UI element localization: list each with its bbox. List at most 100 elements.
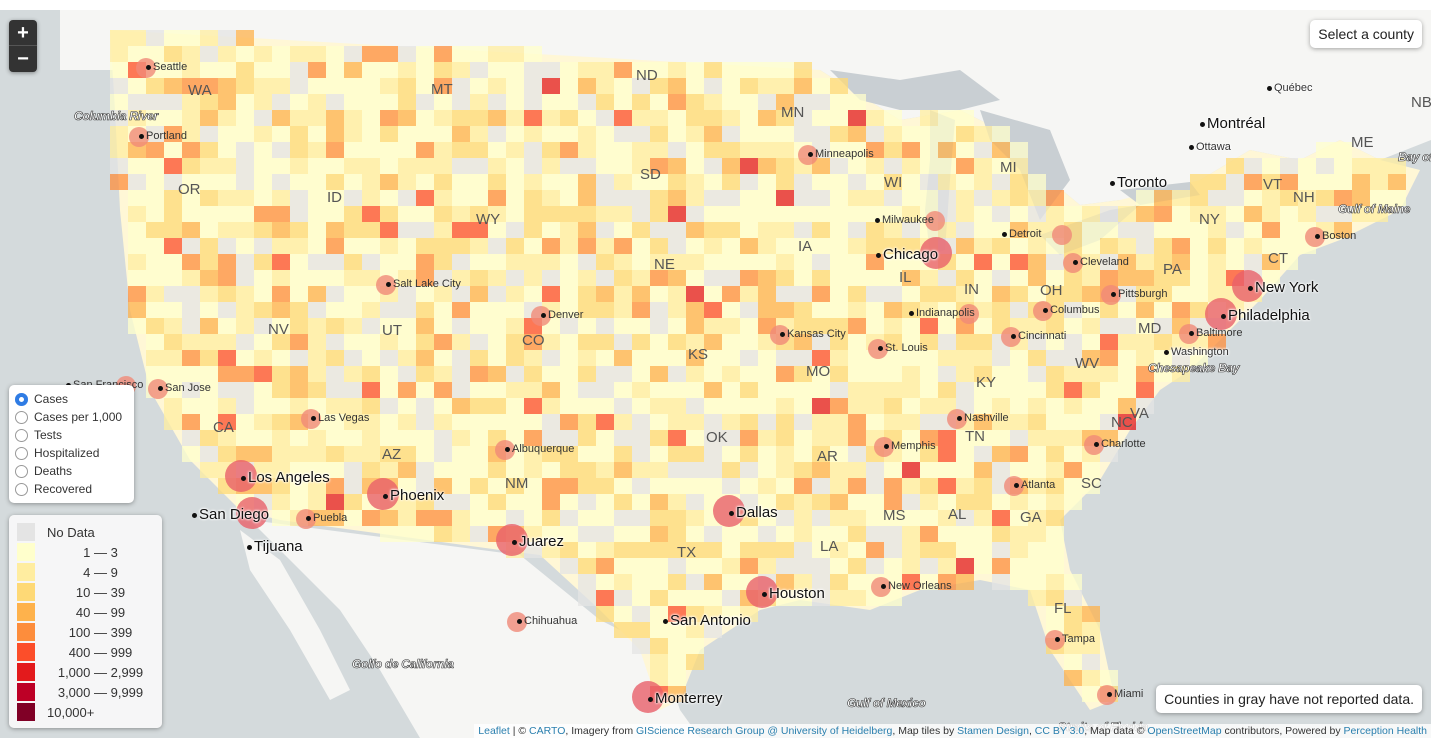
county-shape[interactable] [200, 158, 218, 174]
county-shape[interactable] [1208, 270, 1226, 286]
county-shape[interactable] [578, 206, 596, 222]
county-shape[interactable] [128, 94, 146, 110]
county-shape[interactable] [884, 318, 902, 334]
county-shape[interactable] [236, 350, 254, 366]
county-shape[interactable] [866, 510, 884, 526]
county-shape[interactable] [398, 430, 416, 446]
county-shape[interactable] [218, 382, 236, 398]
county-shape[interactable] [614, 398, 632, 414]
county-shape[interactable] [758, 190, 776, 206]
county-shape[interactable] [758, 286, 776, 302]
county-shape[interactable] [776, 350, 794, 366]
county-shape[interactable] [740, 158, 758, 174]
county-shape[interactable] [1280, 206, 1298, 222]
county-shape[interactable] [1064, 462, 1082, 478]
county-shape[interactable] [1046, 574, 1064, 590]
layer-option[interactable]: Recovered [15, 480, 128, 498]
county-shape[interactable] [308, 126, 326, 142]
county-shape[interactable] [488, 302, 506, 318]
county-shape[interactable] [146, 286, 164, 302]
county-shape[interactable] [722, 142, 740, 158]
county-shape[interactable] [470, 46, 488, 62]
county-shape[interactable] [1046, 350, 1064, 366]
county-shape[interactable] [668, 286, 686, 302]
county-shape[interactable] [1154, 206, 1172, 222]
county-shape[interactable] [992, 174, 1010, 190]
county-shape[interactable] [686, 158, 704, 174]
county-shape[interactable] [794, 78, 812, 94]
county-shape[interactable] [578, 446, 596, 462]
county-shape[interactable] [326, 446, 344, 462]
layer-radio[interactable] [15, 446, 28, 460]
county-shape[interactable] [668, 302, 686, 318]
county-shape[interactable] [200, 350, 218, 366]
county-shape[interactable] [272, 510, 290, 526]
county-shape[interactable] [956, 222, 974, 238]
county-shape[interactable] [974, 142, 992, 158]
county-shape[interactable] [164, 254, 182, 270]
county-shape[interactable] [650, 414, 668, 430]
county-shape[interactable] [326, 270, 344, 286]
county-shape[interactable] [794, 446, 812, 462]
county-shape[interactable] [452, 126, 470, 142]
county-shape[interactable] [218, 94, 236, 110]
county-shape[interactable] [668, 174, 686, 190]
county-shape[interactable] [128, 174, 146, 190]
county-shape[interactable] [560, 478, 578, 494]
county-shape[interactable] [272, 430, 290, 446]
county-shape[interactable] [722, 254, 740, 270]
county-shape[interactable] [164, 142, 182, 158]
county-shape[interactable] [452, 334, 470, 350]
county-shape[interactable] [488, 334, 506, 350]
county-shape[interactable] [524, 398, 542, 414]
county-shape[interactable] [380, 190, 398, 206]
county-shape[interactable] [272, 62, 290, 78]
county-shape[interactable] [272, 238, 290, 254]
county-shape[interactable] [416, 190, 434, 206]
county-shape[interactable] [308, 254, 326, 270]
county-shape[interactable] [308, 382, 326, 398]
county-shape[interactable] [182, 398, 200, 414]
layer-option[interactable]: Tests [15, 426, 128, 444]
county-shape[interactable] [632, 254, 650, 270]
county-shape[interactable] [380, 110, 398, 126]
county-shape[interactable] [776, 494, 794, 510]
county-shape[interactable] [290, 238, 308, 254]
county-shape[interactable] [524, 494, 542, 510]
county-shape[interactable] [344, 94, 362, 110]
county-shape[interactable] [434, 366, 452, 382]
county-shape[interactable] [704, 526, 722, 542]
county-shape[interactable] [470, 414, 488, 430]
county-shape[interactable] [920, 542, 938, 558]
county-shape[interactable] [956, 206, 974, 222]
county-shape[interactable] [1136, 206, 1154, 222]
county-shape[interactable] [722, 366, 740, 382]
county-shape[interactable] [236, 414, 254, 430]
county-shape[interactable] [1064, 670, 1082, 686]
county-shape[interactable] [290, 126, 308, 142]
county-shape[interactable] [416, 158, 434, 174]
county-shape[interactable] [866, 542, 884, 558]
county-shape[interactable] [344, 462, 362, 478]
county-shape[interactable] [398, 158, 416, 174]
county-shape[interactable] [686, 654, 704, 670]
county-shape[interactable] [596, 494, 614, 510]
county-shape[interactable] [218, 318, 236, 334]
county-shape[interactable] [974, 558, 992, 574]
county-shape[interactable] [488, 238, 506, 254]
county-shape[interactable] [1190, 270, 1208, 286]
county-shape[interactable] [308, 46, 326, 62]
county-shape[interactable] [1298, 206, 1316, 222]
county-shape[interactable] [1280, 174, 1298, 190]
county-shape[interactable] [1226, 190, 1244, 206]
county-shape[interactable] [650, 142, 668, 158]
county-shape[interactable] [1334, 142, 1352, 158]
county-shape[interactable] [308, 62, 326, 78]
county-shape[interactable] [650, 494, 668, 510]
county-shape[interactable] [722, 398, 740, 414]
county-shape[interactable] [362, 78, 380, 94]
county-shape[interactable] [488, 366, 506, 382]
county-shape[interactable] [1172, 222, 1190, 238]
county-shape[interactable] [290, 334, 308, 350]
county-shape[interactable] [974, 158, 992, 174]
